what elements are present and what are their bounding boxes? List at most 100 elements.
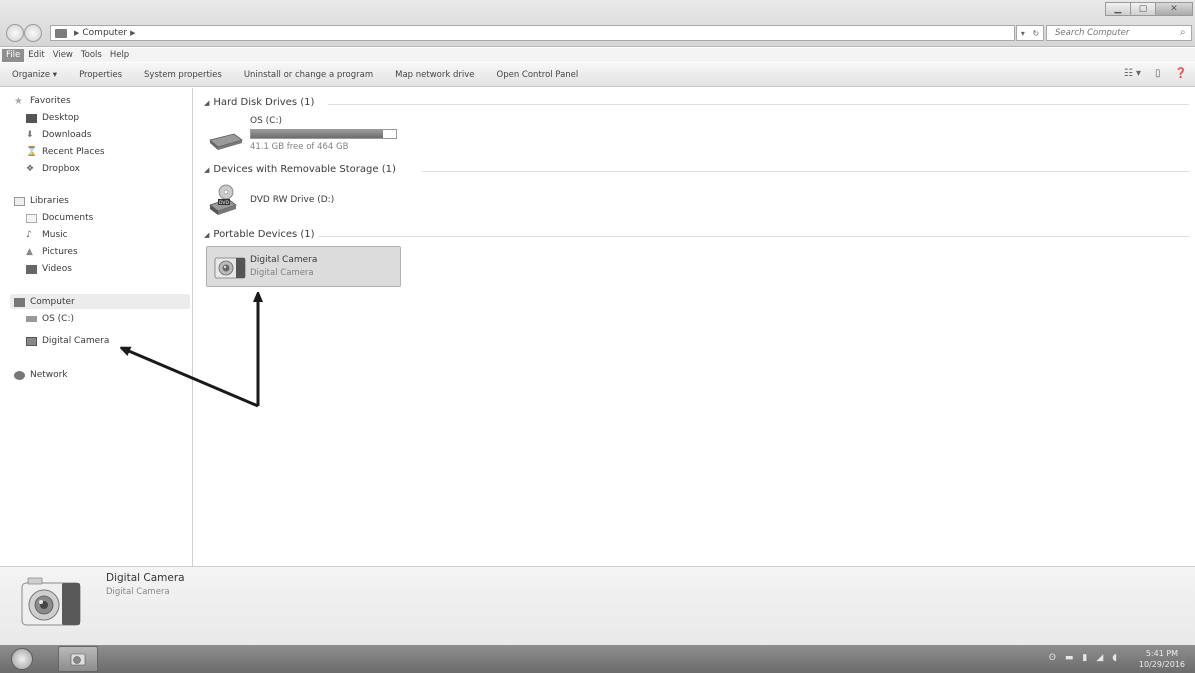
sidebar-item-documents[interactable]: Documents (26, 211, 93, 225)
breadcrumb-chevron-icon[interactable]: ▶ (130, 29, 135, 37)
title-bar: ▁ ▢ ✕ ▶ Computer ▶ ▾ ↻ ⌕ (0, 0, 1195, 47)
back-button[interactable] (6, 24, 24, 42)
desktop-icon (26, 113, 37, 123)
sidebar-item-downloads[interactable]: ⬇ Downloads (26, 128, 91, 142)
dropbox-icon: ❖ (26, 163, 35, 174)
minimize-button[interactable]: ▁ (1105, 2, 1131, 16)
drive-usage-fill (251, 130, 383, 138)
sidebar-item-label: Recent Places (42, 147, 105, 157)
sidebar-item-music[interactable]: ♪ Music (26, 228, 68, 242)
sidebar-item-label: Network (30, 370, 68, 380)
bluetooth-icon[interactable]: ʘ (1049, 653, 1056, 663)
sidebar-item-label: Dropbox (42, 164, 80, 174)
computer-icon (55, 28, 67, 38)
forward-button[interactable] (24, 24, 42, 42)
sidebar-item-libraries[interactable]: Libraries (14, 194, 69, 208)
sidebar-item-pictures[interactable]: ▲ Pictures (26, 245, 78, 259)
camera-icon (214, 257, 246, 279)
sidebar-item-computer[interactable]: Computer (14, 295, 75, 309)
menu-edit[interactable]: Edit (24, 49, 48, 62)
help-icon[interactable]: ❓ (1175, 68, 1187, 79)
signal-icon[interactable]: ◢ (1096, 653, 1103, 663)
map-network-drive-button[interactable]: Map network drive (395, 70, 474, 80)
digital-camera-item[interactable]: Digital Camera Digital Camera (206, 246, 401, 287)
sidebar-item-desktop[interactable]: Desktop (26, 111, 79, 125)
collapse-triangle-icon[interactable]: ◢ (204, 99, 209, 107)
sidebar-item-label: Music (42, 230, 68, 240)
device-type: Digital Camera (250, 268, 314, 278)
sidebar-item-os-c[interactable]: OS (C:) (26, 312, 74, 326)
network-icon (14, 370, 25, 380)
menu-view[interactable]: View (49, 49, 77, 62)
documents-icon (26, 213, 37, 223)
hard-drive-icon (209, 133, 243, 150)
preview-pane-icon[interactable]: ▯ (1155, 68, 1161, 79)
taskbar: ʘ ▬ ▮ ◢ ◖ 5:41 PM 10/29/2016 (0, 645, 1195, 673)
taskbar-camera-window[interactable] (58, 646, 98, 672)
sidebar-item-label: Digital Camera (42, 336, 110, 346)
view-controls: ☷ ▾ ▯ ❓ (1124, 68, 1187, 79)
navigation-pane: ★ Favorites Desktop ⬇ Downloads ⌛ Recent… (0, 88, 193, 566)
drive-free-space: 41.1 GB free of 464 GB (250, 142, 349, 152)
address-bar[interactable]: ▶ Computer ▶ (50, 25, 1015, 41)
group-divider (328, 104, 1189, 105)
videos-icon (26, 264, 37, 274)
sidebar-item-network[interactable]: Network (14, 368, 68, 382)
properties-button[interactable]: Properties (79, 70, 122, 80)
action-center-icon[interactable]: ▬ (1065, 653, 1074, 663)
device-name: Digital Camera (250, 255, 318, 265)
sidebar-item-label: Favorites (30, 96, 71, 106)
sidebar-item-videos[interactable]: Videos (26, 262, 72, 276)
search-input[interactable] (1046, 25, 1192, 41)
group-header-removable[interactable]: ◢ Devices with Removable Storage (1) (204, 164, 396, 175)
close-button[interactable]: ✕ (1155, 2, 1193, 16)
group-header-label: Portable Devices (1) (213, 229, 315, 240)
sidebar-item-label: Desktop (42, 113, 80, 123)
group-divider (318, 236, 1189, 237)
computer-icon (14, 297, 25, 307)
sidebar-item-recent-places[interactable]: ⌛ Recent Places (26, 145, 105, 159)
open-control-panel-button[interactable]: Open Control Panel (497, 70, 579, 80)
sidebar-item-label: OS (C:) (42, 314, 74, 324)
group-header-portable[interactable]: ◢ Portable Devices (1) (204, 229, 315, 240)
recent-places-icon: ⌛ (26, 146, 38, 157)
clock-date: 10/29/2016 (1138, 660, 1185, 669)
group-header-label: Devices with Removable Storage (1) (213, 164, 396, 175)
sidebar-item-label: Pictures (42, 247, 78, 257)
collapse-triangle-icon[interactable]: ◢ (204, 166, 209, 174)
start-button[interactable] (11, 648, 33, 670)
maximize-button[interactable]: ▢ (1130, 2, 1156, 16)
group-header-hard-disk[interactable]: ◢ Hard Disk Drives (1) (204, 97, 314, 108)
window-controls: ▁ ▢ ✕ (1105, 2, 1193, 16)
camera-icon (21, 577, 81, 626)
drive-usage-bar (250, 129, 397, 139)
search-icon[interactable]: ⌕ (1180, 27, 1186, 38)
menu-file[interactable]: File (2, 48, 25, 62)
breadcrumb-computer[interactable]: Computer (82, 28, 127, 38)
downloads-icon: ⬇ (26, 129, 34, 140)
sidebar-item-dropbox[interactable]: ❖ Dropbox (26, 162, 80, 176)
sidebar-item-digital-camera[interactable]: Digital Camera (26, 334, 109, 348)
collapse-triangle-icon[interactable]: ◢ (204, 231, 209, 239)
sidebar-item-label: Libraries (30, 196, 69, 206)
drive-name: OS (C:) (250, 116, 282, 126)
system-properties-button[interactable]: System properties (144, 70, 222, 80)
menu-help[interactable]: Help (106, 49, 133, 62)
sidebar-item-favorites[interactable]: ★ Favorites (14, 94, 71, 108)
refresh-icon[interactable]: ↻ (1032, 29, 1039, 38)
uninstall-program-button[interactable]: Uninstall or change a program (244, 70, 373, 80)
menu-tools[interactable]: Tools (77, 49, 106, 62)
content-area: ◢ Hard Disk Drives (1) OS (C:) 41.1 GB f… (194, 88, 1195, 566)
svg-text:DVD: DVD (219, 200, 229, 206)
camera-icon (70, 653, 86, 666)
volume-icon[interactable]: ◖ (1112, 653, 1117, 663)
clock[interactable]: 5:41 PM 10/29/2016 (1139, 648, 1185, 670)
network-tray-icon[interactable]: ▮ (1082, 653, 1087, 663)
organize-button[interactable]: Organize ▾ (12, 70, 57, 80)
clock-time: 5:41 PM (1145, 649, 1179, 658)
dropdown-arrow-icon[interactable]: ▾ (1021, 29, 1025, 38)
sidebar-item-label: Downloads (42, 130, 92, 140)
change-view-icon[interactable]: ☷ ▾ (1124, 68, 1141, 79)
sidebar-item-label: Videos (42, 264, 72, 274)
star-icon: ★ (14, 95, 23, 107)
